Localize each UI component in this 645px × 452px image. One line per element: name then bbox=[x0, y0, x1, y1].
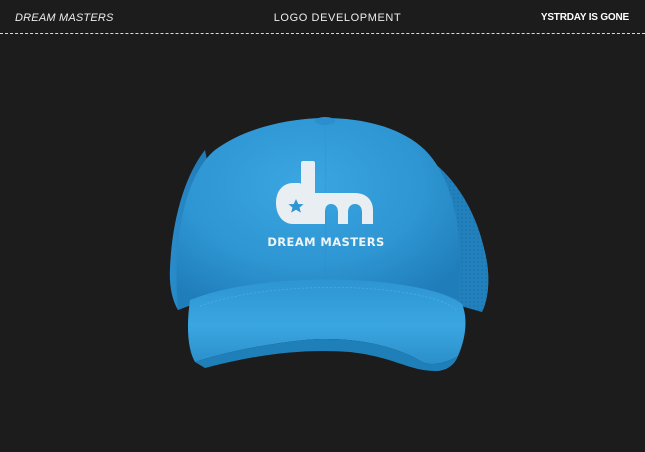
cap-mockup: DREAM MASTERS bbox=[169, 117, 489, 372]
logo-caption: DREAM MASTERS bbox=[267, 235, 384, 249]
mockup-stage: DREAM MASTERS bbox=[0, 34, 645, 452]
cap-brim bbox=[187, 279, 466, 364]
brand-name-right: YSTRDAY IS GONE bbox=[540, 12, 629, 23]
top-bar: DREAM MASTERS LOGO DEVELOPMENT YSTRDAY I… bbox=[0, 0, 645, 34]
cap-top-button bbox=[315, 117, 335, 125]
